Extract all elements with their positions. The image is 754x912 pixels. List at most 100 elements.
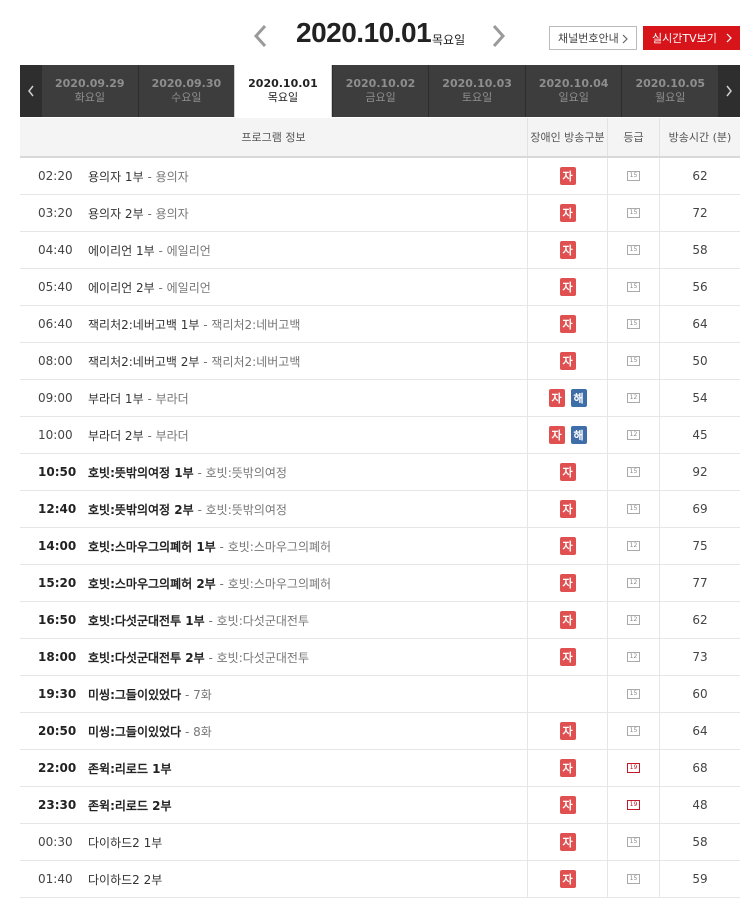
air-time: 03:20 (38, 206, 73, 220)
date-strip-prev-button[interactable] (20, 65, 42, 117)
table-row[interactable]: 20:50 미씽:그들이있었다 - 8화 자 15 64 (20, 713, 740, 750)
grade-cell: 12 (607, 380, 659, 416)
date-tab[interactable]: 2020.10.02 금요일 (331, 65, 429, 117)
program-title[interactable]: 존윅:리로드 1부 (88, 760, 172, 777)
caption-badge: 자 (559, 315, 576, 333)
date-tab[interactable]: 2020.10.01 목요일 (234, 65, 332, 117)
duration-cell: 50 (659, 343, 740, 379)
program-title[interactable]: 호빗:뜻밖의여정 2부 (88, 501, 194, 518)
air-time: 10:00 (38, 428, 73, 442)
program-title[interactable]: 부라더 1부 (88, 390, 144, 407)
age-rating-icon: 12 (627, 615, 640, 625)
table-row[interactable]: 10:50 호빗:뜻밖의여정 1부 - 호빗:뜻밖의여정 자 15 92 (20, 454, 740, 491)
program-title[interactable]: 다이하드2 1부 (88, 834, 162, 851)
channel-guide-button[interactable]: 채널번호안내 (549, 26, 637, 50)
audio-description-badge: 해 (570, 426, 587, 444)
prev-day-button[interactable] (250, 22, 272, 50)
air-time: 14:00 (38, 539, 77, 553)
program-subtitle: - 호빗:다섯군대전투 (204, 613, 310, 628)
table-row[interactable]: 16:50 호빗:다섯군대전투 1부 - 호빗:다섯군대전투 자 12 62 (20, 602, 740, 639)
caption-badge: 자 (559, 241, 576, 259)
table-row[interactable]: 06:40 잭리처2:네버고백 1부 - 잭리처2:네버고백 자 15 64 (20, 306, 740, 343)
grade-cell: 15 (607, 343, 659, 379)
accessibility-cell: 자 (527, 343, 607, 379)
table-row[interactable]: 18:00 호빗:다섯군대전투 2부 - 호빗:다섯군대전투 자 12 73 (20, 639, 740, 676)
table-row[interactable]: 12:40 호빗:뜻밖의여정 2부 - 호빗:뜻밖의여정 자 15 69 (20, 491, 740, 528)
grade-cell: 15 (607, 676, 659, 712)
program-title[interactable]: 용의자 1부 (88, 168, 144, 185)
program-title[interactable]: 호빗:뜻밖의여정 1부 (88, 464, 194, 481)
date-tab-weekday: 화요일 (74, 91, 105, 104)
live-tv-button[interactable]: 실시간TV보기 (643, 26, 740, 50)
program-title[interactable]: 잭리처2:네버고백 1부 (88, 316, 199, 333)
table-row[interactable]: 02:20 용의자 1부 - 용의자 자 15 62 (20, 158, 740, 195)
program-title[interactable]: 부라더 2부 (88, 427, 144, 444)
grade-cell: 15 (607, 861, 659, 897)
table-row[interactable]: 00:30 다이하드2 1부 자 15 58 (20, 824, 740, 861)
accessibility-cell: 자 (527, 861, 607, 897)
program-subtitle: - 용의자 (143, 206, 189, 221)
date-tab[interactable]: 2020.09.30 수요일 (137, 65, 235, 117)
date-tab-date: 2020.09.29 (54, 77, 125, 90)
accessibility-cell: 자 (527, 158, 607, 194)
air-time: 08:00 (38, 354, 73, 368)
table-row[interactable]: 23:30 존윅:리로드 2부 자 19 48 (20, 787, 740, 824)
date-tab[interactable]: 2020.10.03 토요일 (428, 65, 525, 117)
program-info-cell: 01:40 다이하드2 2부 (20, 861, 527, 897)
age-rating-icon: 15 (627, 689, 640, 699)
grade-cell: 15 (607, 158, 659, 194)
table-row[interactable]: 22:00 존윅:리로드 1부 자 19 68 (20, 750, 740, 787)
next-day-button[interactable] (487, 22, 509, 50)
program-subtitle: - 용의자 (143, 169, 189, 184)
duration-cell: 60 (659, 676, 740, 712)
age-rating-icon: 15 (627, 467, 640, 477)
program-title[interactable]: 에이리언 2부 (88, 279, 155, 296)
table-row[interactable]: 15:20 호빗:스마우그의폐허 2부 - 호빗:스마우그의폐허 자 12 77 (20, 565, 740, 602)
table-row[interactable]: 10:00 부라더 2부 - 부라더 자 해 12 45 (20, 417, 740, 454)
program-subtitle: - 호빗:스마우그의폐허 (215, 539, 332, 554)
program-title[interactable]: 호빗:스마우그의폐허 2부 (88, 575, 216, 592)
accessibility-cell (527, 676, 607, 712)
grade-cell: 15 (607, 306, 659, 342)
program-info-cell: 10:50 호빗:뜻밖의여정 1부 - 호빗:뜻밖의여정 (20, 454, 527, 490)
table-row[interactable]: 14:00 호빗:스마우그의폐허 1부 - 호빗:스마우그의폐허 자 12 75 (20, 528, 740, 565)
program-title[interactable]: 미씽:그들이있었다 (88, 686, 181, 703)
program-title[interactable]: 호빗:다섯군대전투 1부 (88, 612, 205, 629)
date-strip-next-button[interactable] (718, 65, 740, 117)
program-info-cell: 09:00 부라더 1부 - 부라더 (20, 380, 527, 416)
table-row[interactable]: 05:40 에이리언 2부 - 에일리언 자 15 56 (20, 269, 740, 306)
program-title[interactable]: 미씽:그들이있었다 (88, 723, 181, 740)
grade-cell: 12 (607, 417, 659, 453)
program-title[interactable]: 잭리처2:네버고백 2부 (88, 353, 199, 370)
program-title[interactable]: 호빗:다섯군대전투 2부 (88, 649, 205, 666)
program-title[interactable]: 다이하드2 2부 (88, 871, 162, 888)
table-row[interactable]: 08:00 잭리처2:네버고백 2부 - 잭리처2:네버고백 자 15 50 (20, 343, 740, 380)
duration-cell: 62 (659, 602, 740, 638)
table-row[interactable]: 04:40 에이리언 1부 - 에일리언 자 15 58 (20, 232, 740, 269)
caption-badge: 자 (559, 574, 576, 592)
age-rating-icon: 12 (627, 541, 640, 551)
accessibility-cell: 자 (527, 195, 607, 231)
date-tab[interactable]: 2020.10.05 월요일 (621, 65, 718, 117)
table-row[interactable]: 09:00 부라더 1부 - 부라더 자 해 12 54 (20, 380, 740, 417)
program-title[interactable]: 용의자 2부 (88, 205, 144, 222)
program-title[interactable]: 존윅:리로드 2부 (88, 797, 172, 814)
date-tab[interactable]: 2020.10.04 일요일 (524, 65, 622, 117)
air-time: 00:30 (38, 835, 73, 849)
program-title[interactable]: 에이리언 1부 (88, 242, 155, 259)
table-row[interactable]: 19:30 미씽:그들이있었다 - 7화 15 60 (20, 676, 740, 713)
age-rating-icon: 19 (627, 763, 640, 773)
table-row[interactable]: 01:40 다이하드2 2부 자 15 59 (20, 861, 740, 898)
age-rating-icon: 19 (627, 800, 640, 810)
duration-cell: 64 (659, 306, 740, 342)
accessibility-cell: 자 (527, 269, 607, 305)
table-row[interactable]: 03:20 용의자 2부 - 용의자 자 15 72 (20, 195, 740, 232)
grade-cell: 15 (607, 491, 659, 527)
grade-cell: 15 (607, 195, 659, 231)
date-tab-date: 2020.10.05 (635, 77, 706, 90)
grade-cell: 19 (607, 750, 659, 786)
air-time: 20:50 (38, 724, 77, 738)
program-title[interactable]: 호빗:스마우그의폐허 1부 (88, 538, 216, 555)
date-tab[interactable]: 2020.09.29 화요일 (42, 65, 138, 117)
date-tab-date: 2020.09.30 (151, 77, 222, 90)
